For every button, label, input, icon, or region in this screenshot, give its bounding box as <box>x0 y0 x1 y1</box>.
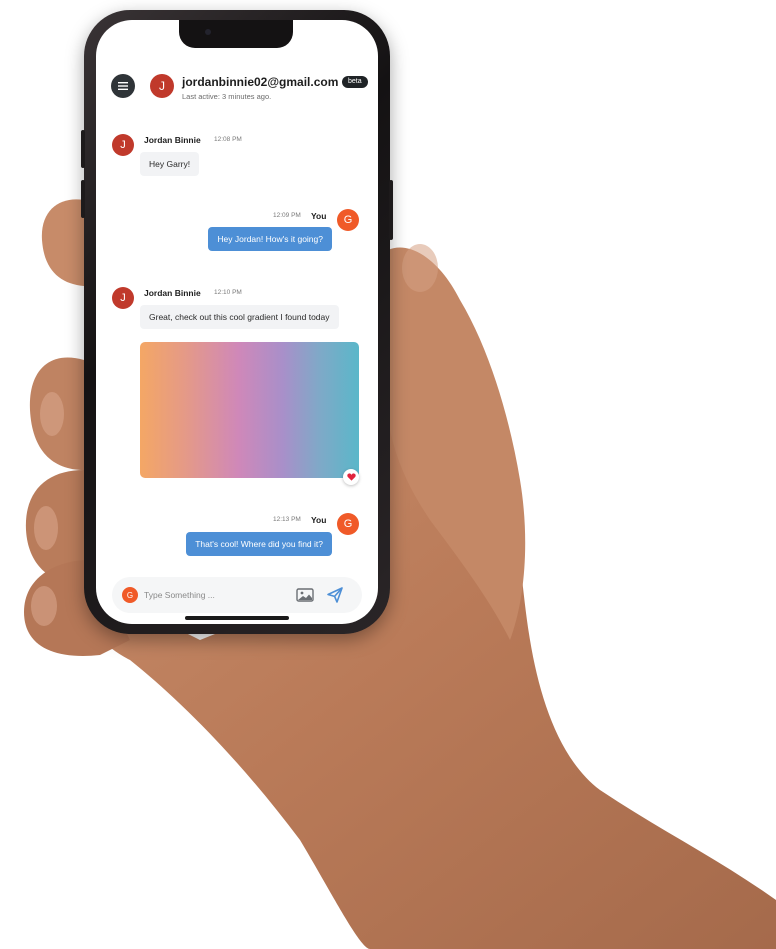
contact-avatar[interactable]: J <box>112 287 134 309</box>
self-avatar[interactable]: G <box>337 513 359 535</box>
contact-email: jordanbinnie02@gmail.com <box>182 75 339 89</box>
gradient-image[interactable] <box>140 342 359 478</box>
message-bubble[interactable]: Great, check out this cool gradient I fo… <box>140 305 339 329</box>
phone-frame: J jordanbinnie02@gmail.com Last active: … <box>81 10 393 634</box>
message-bubble[interactable]: Hey Garry! <box>140 152 200 176</box>
contact-avatar[interactable]: J <box>150 74 174 98</box>
home-indicator <box>185 616 289 620</box>
heart-icon[interactable] <box>343 469 359 485</box>
message-time: 12:09 PM <box>273 212 301 219</box>
message-composer: G <box>112 577 362 613</box>
camera-icon <box>205 29 211 35</box>
hamburger-menu-icon[interactable] <box>111 74 135 98</box>
chat-screen: J jordanbinnie02@gmail.com Last active: … <box>96 20 378 624</box>
message-time: 12:08 PM <box>214 136 242 143</box>
sender-name: Jordan Binnie <box>144 288 201 298</box>
self-avatar: G <box>122 587 138 603</box>
message-bubble[interactable]: That's cool! Where did you find it? <box>186 532 332 556</box>
beta-badge: beta <box>342 76 368 88</box>
send-icon[interactable] <box>326 586 344 604</box>
last-active-status: Last active: 3 minutes ago. <box>182 92 272 101</box>
sender-name: You <box>311 515 327 525</box>
chat-header: J jordanbinnie02@gmail.com Last active: … <box>96 64 378 120</box>
self-avatar[interactable]: G <box>337 209 359 231</box>
message-bubble[interactable]: Hey Jordan! How's it going? <box>208 227 332 251</box>
contact-avatar[interactable]: J <box>112 134 134 156</box>
message-time: 12:10 PM <box>214 289 242 296</box>
phone-side-button <box>81 130 85 168</box>
message-time: 12:13 PM <box>273 516 301 523</box>
sender-name: Jordan Binnie <box>144 135 201 145</box>
phone-side-button <box>81 180 85 218</box>
sender-name: You <box>311 211 327 221</box>
phone-notch <box>179 20 293 48</box>
phone-power-button <box>389 180 393 240</box>
message-input[interactable] <box>144 587 284 603</box>
image-icon[interactable] <box>296 587 314 603</box>
